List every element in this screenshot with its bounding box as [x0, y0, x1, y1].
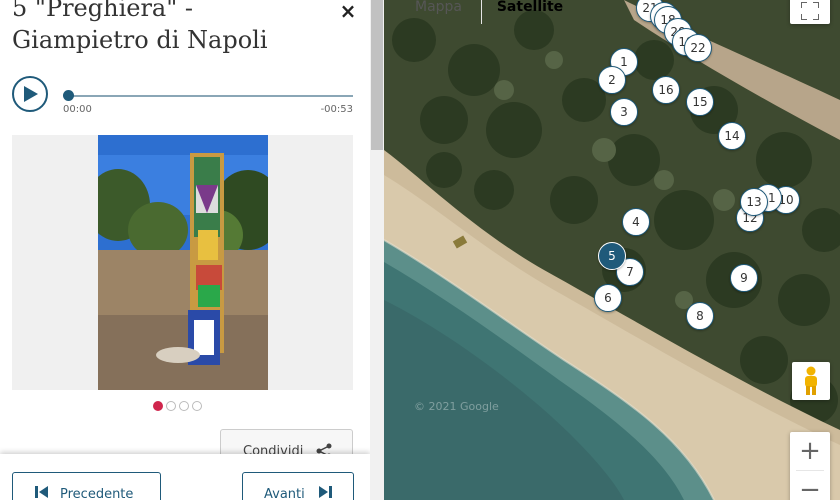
- map-marker-8[interactable]: 8: [686, 302, 714, 330]
- photo-gallery[interactable]: [12, 135, 353, 390]
- play-button[interactable]: [12, 76, 48, 112]
- panel-scrollbar-thumb[interactable]: [371, 0, 383, 150]
- close-icon: ×: [339, 0, 357, 23]
- map-marker-5-active[interactable]: 5: [598, 242, 626, 270]
- zoom-in-button[interactable]: +: [790, 432, 830, 470]
- audio-progress-knob[interactable]: [63, 90, 74, 101]
- map-watermark: © 2021 Google: [414, 400, 499, 413]
- audio-current-time: 00:00: [63, 104, 92, 115]
- fullscreen-button[interactable]: [790, 0, 830, 24]
- map-marker-22[interactable]: 22: [684, 34, 712, 62]
- previous-label: Precedente: [60, 487, 134, 500]
- tab-map[interactable]: Mappa: [396, 0, 481, 24]
- map-marker-3[interactable]: 3: [610, 98, 638, 126]
- gallery-dot-2[interactable]: [166, 401, 176, 411]
- map-marker-9[interactable]: 9: [730, 264, 758, 292]
- pegman-icon: [805, 366, 817, 395]
- skip-next-icon: [319, 486, 332, 498]
- previous-button[interactable]: Precedente: [12, 472, 161, 500]
- play-icon: [24, 86, 38, 102]
- map-marker-4[interactable]: 4: [622, 208, 650, 236]
- map-marker-13[interactable]: 13: [740, 188, 768, 216]
- close-button[interactable]: ×: [336, 0, 360, 22]
- gallery-dot-1[interactable]: [153, 401, 163, 411]
- gallery-dot-3[interactable]: [179, 401, 189, 411]
- map-marker-6[interactable]: 6: [594, 284, 622, 312]
- next-label: Avanti: [264, 487, 305, 500]
- next-button[interactable]: Avanti: [242, 472, 354, 500]
- zoom-out-button[interactable]: −: [790, 471, 830, 500]
- gallery-dot-4[interactable]: [192, 401, 202, 411]
- artwork-photo: [98, 135, 268, 390]
- stop-detail-panel: 5 "Preghiera" - Giampietro di Napoli × 0…: [0, 0, 370, 500]
- skip-previous-icon: [35, 486, 48, 498]
- satellite-map[interactable]: © 2021 Google Mappa Satellite 21 11 18 2…: [384, 0, 840, 500]
- stop-title: 5 "Preghiera" - Giampietro di Napoli: [12, 0, 268, 54]
- fullscreen-icon: [801, 2, 819, 20]
- map-marker-16[interactable]: 16: [652, 76, 680, 104]
- audio-progress-track[interactable]: [66, 95, 353, 97]
- map-marker-15[interactable]: 15: [686, 88, 714, 116]
- audio-remaining-time: -00:53: [320, 104, 353, 115]
- gallery-pagination: [153, 401, 205, 413]
- street-view-pegman[interactable]: [792, 362, 830, 400]
- navigation-footer: Precedente Avanti: [0, 454, 370, 500]
- map-marker-14[interactable]: 14: [718, 122, 746, 150]
- map-marker-2[interactable]: 2: [598, 66, 626, 94]
- zoom-control: + −: [790, 432, 830, 500]
- tab-satellite[interactable]: Satellite: [481, 0, 578, 24]
